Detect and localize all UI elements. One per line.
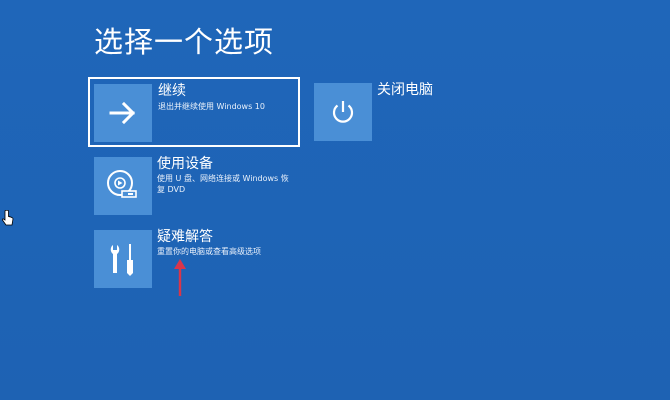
continue-description: 退出并继续使用 Windows 10: [158, 102, 265, 111]
use-device-title: 使用设备: [157, 156, 213, 172]
troubleshoot-option[interactable]: 疑难解答 重置你的电脑或查看高级选项: [94, 228, 299, 290]
tools-icon: [110, 244, 133, 276]
troubleshoot-description: 重置你的电脑或查看高级选项: [157, 247, 261, 256]
hand-cursor-icon: [2, 210, 14, 226]
annotation-arrow-icon: [174, 259, 186, 296]
use-device-tile: [94, 157, 152, 215]
troubleshoot-title: 疑难解答: [157, 229, 213, 245]
troubleshoot-tile: [94, 230, 152, 288]
shutdown-option[interactable]: 关闭电脑: [314, 80, 464, 144]
power-icon: [332, 101, 354, 123]
continue-option[interactable]: 继续 退出并继续使用 Windows 10: [88, 77, 300, 147]
shutdown-tile: [314, 83, 372, 141]
recovery-screen: 选择一个选项 继续 退出并继续使用 Windows 10 关闭电脑 使用设备 使…: [0, 0, 670, 400]
continue-title: 继续: [158, 83, 186, 99]
disc-drive-icon: [107, 170, 137, 198]
arrow-right-icon: [109, 101, 136, 125]
page-title: 选择一个选项: [94, 25, 275, 59]
shutdown-title: 关闭电脑: [377, 82, 433, 98]
use-device-description: 使用 U 盘、网络连接或 Windows 恢复 DVD: [157, 174, 289, 194]
use-device-option[interactable]: 使用设备 使用 U 盘、网络连接或 Windows 恢复 DVD: [94, 155, 299, 217]
continue-tile: [94, 84, 152, 142]
